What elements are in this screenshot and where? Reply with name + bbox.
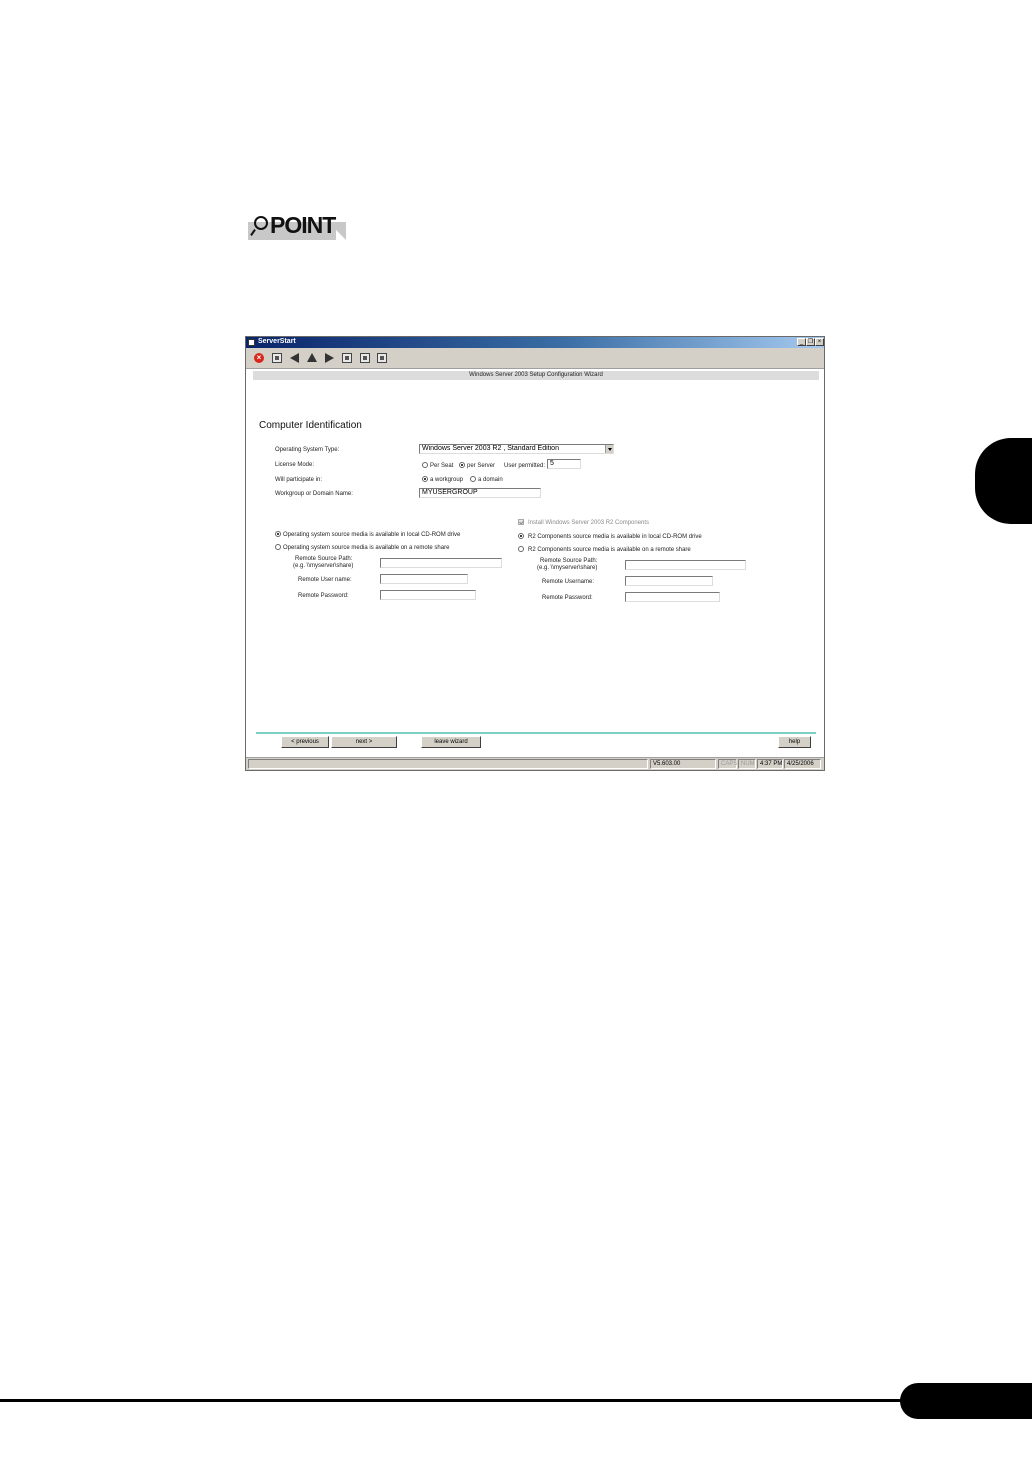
os-path-example: (e.g. \\myserver\share) — [293, 563, 354, 569]
os-type-label: Operating System Type: — [275, 447, 340, 453]
users-permitted-input[interactable]: 5 — [547, 459, 581, 469]
os-remote-password-input[interactable] — [380, 590, 476, 600]
group-name-input[interactable]: MYUSERGROUP — [419, 488, 541, 498]
os-type-value: Windows Server 2003 R2 , Standard Editio… — [422, 445, 559, 452]
up-icon[interactable] — [307, 353, 317, 362]
group-name-label: Workgroup or Domain Name: — [275, 491, 353, 497]
restore-button[interactable]: ❐ — [806, 338, 815, 346]
chevron-down-icon[interactable] — [605, 445, 613, 453]
os-path-label: Remote Source Path: — [295, 556, 353, 562]
next-button[interactable]: next > — [331, 736, 397, 748]
r2-path-example: (e.g. \\myserver\share) — [537, 565, 598, 571]
r2-remote-password-input[interactable] — [625, 592, 720, 602]
chapter-side-tab — [975, 438, 1032, 524]
serverstart-window: ServerStart _ ❐ × × Windows Server 2003 … — [245, 336, 825, 771]
os-remote-path-input[interactable] — [380, 558, 502, 568]
section-title: Computer Identification — [259, 420, 362, 431]
r2-local-label: R2 Components source media is available … — [528, 534, 702, 540]
workgroup-label: a workgroup — [430, 477, 464, 483]
magnifier-icon — [254, 216, 268, 230]
users-permitted-label: User permitted: — [504, 463, 546, 469]
r2-remote-label: R2 Components source media is available … — [528, 547, 691, 553]
status-caps: CAPS — [718, 759, 737, 769]
close-window-icon[interactable] — [377, 353, 387, 363]
grid-icon[interactable] — [342, 353, 352, 363]
r2-remote-path-input[interactable] — [625, 560, 746, 570]
os-type-select[interactable]: Windows Server 2003 R2 , Standard Editio… — [419, 444, 614, 454]
toolbar: × — [246, 348, 824, 369]
license-mode-label: License Mode: — [275, 462, 315, 468]
r2-remote-user-input[interactable] — [625, 576, 713, 586]
status-num: NUM — [738, 759, 756, 769]
os-password-label: Remote Password: — [298, 593, 349, 599]
forward-icon[interactable] — [325, 353, 334, 363]
footer-rule — [0, 1399, 910, 1402]
status-bar: V5.603.00 CAPS NUM 4:37 PM 4/25/2006 — [246, 757, 824, 770]
os-remote-radio[interactable] — [275, 544, 281, 550]
r2-remote-radio[interactable] — [518, 546, 524, 552]
os-local-radio[interactable] — [275, 531, 281, 537]
app-icon — [248, 339, 255, 346]
domain-radio[interactable] — [470, 476, 476, 482]
per-server-radio[interactable] — [459, 462, 465, 468]
wizard-heading: Windows Server 2003 Setup Configuration … — [253, 371, 819, 380]
home-icon[interactable] — [272, 353, 282, 363]
point-logo-fold — [336, 230, 346, 240]
leave-wizard-button[interactable]: leave wizard — [421, 736, 481, 748]
workgroup-radio[interactable] — [422, 476, 428, 482]
page-number-pill — [900, 1383, 1032, 1419]
status-message — [248, 759, 648, 769]
per-server-label: per Server — [467, 463, 496, 469]
point-logo: POINT — [248, 212, 346, 240]
install-r2-checkbox[interactable] — [518, 519, 524, 525]
point-label: POINT — [270, 212, 336, 238]
status-version: V5.603.00 — [650, 759, 716, 769]
help-button[interactable]: help — [778, 736, 811, 748]
close-button[interactable]: × — [815, 338, 824, 346]
os-remote-label: Operating system source media is availab… — [283, 545, 450, 551]
r2-local-radio[interactable] — [518, 533, 524, 539]
minimize-button[interactable]: _ — [797, 338, 806, 346]
os-local-label: Operating system source media is availab… — [283, 532, 461, 538]
previous-button[interactable]: < previous — [281, 736, 329, 748]
r2-user-label: Remote Username: — [542, 579, 595, 585]
r2-path-label: Remote Source Path: — [540, 558, 598, 564]
stop-icon[interactable]: × — [254, 353, 264, 363]
per-seat-radio[interactable] — [422, 462, 428, 468]
window-title: ServerStart — [258, 338, 296, 345]
install-r2-label: Install Windows Server 2003 R2 Component… — [528, 520, 650, 526]
divider — [256, 732, 816, 734]
window-icon[interactable] — [360, 353, 370, 363]
status-time: 4:37 PM — [757, 759, 783, 769]
back-icon[interactable] — [290, 353, 299, 363]
os-remote-user-input[interactable] — [380, 574, 468, 584]
status-date: 4/25/2006 — [784, 759, 821, 769]
participate-label: Will participate in: — [275, 477, 323, 483]
per-seat-label: Per Seat — [430, 463, 454, 469]
title-bar: ServerStart _ ❐ × — [246, 337, 824, 348]
domain-label: a domain — [478, 477, 503, 483]
r2-password-label: Remote Password: — [542, 595, 593, 601]
os-user-label: Remote User name: — [298, 577, 352, 583]
